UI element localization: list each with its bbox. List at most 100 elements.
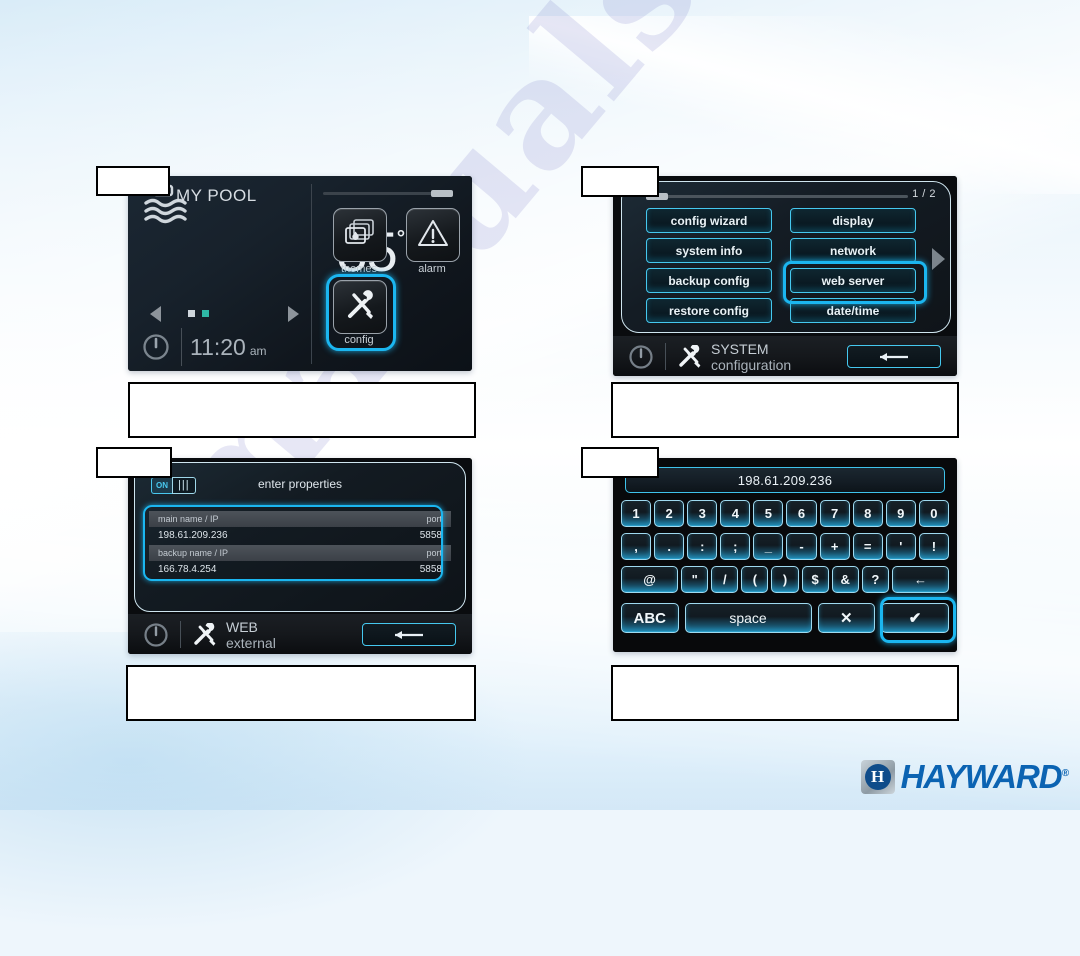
cancel-key[interactable]: ✕ xyxy=(817,603,876,633)
tile-label-alarm: alarm xyxy=(418,263,446,275)
key-plus[interactable]: + xyxy=(819,533,850,560)
hayward-logo: H HAYWARD® xyxy=(860,758,1069,796)
tile-themes[interactable] xyxy=(333,208,387,262)
system-config-body: 1 / 2 config wizard system info backup c… xyxy=(621,181,951,333)
key-5[interactable]: 5 xyxy=(753,500,784,527)
key-question[interactable]: ? xyxy=(861,566,889,593)
key-9[interactable]: 9 xyxy=(885,500,916,527)
hayward-brand-name: HAYWARD xyxy=(900,758,1063,795)
key-at[interactable]: @ xyxy=(621,566,679,593)
abc-key[interactable]: ABC xyxy=(621,603,679,633)
next-page-arrow[interactable] xyxy=(288,306,299,322)
button-config-wizard[interactable]: config wizard xyxy=(646,208,772,233)
page-indicator: 1 / 2 xyxy=(912,188,936,200)
clock: 11:20 am xyxy=(190,334,267,361)
footer-title-line1: WEB xyxy=(226,619,258,635)
page-dot-1[interactable] xyxy=(188,310,195,317)
button-restore-config[interactable]: restore config xyxy=(646,298,772,323)
system-config-screen: 1 / 2 config wizard system info backup c… xyxy=(613,176,957,376)
footer-title-line2: external xyxy=(226,635,276,651)
key-backspace[interactable]: ← xyxy=(891,566,950,593)
key-dollar[interactable]: $ xyxy=(801,566,829,593)
registered-mark: ® xyxy=(1061,768,1069,779)
web-external-screen: ON ||| enter properties main name / IP p… xyxy=(128,458,472,654)
scroll-indicator[interactable] xyxy=(646,193,908,200)
panel-pool-home[interactable]: MY POOL 85°F 11:20am xyxy=(128,176,472,371)
alarm-icon xyxy=(418,220,448,246)
power-icon[interactable] xyxy=(143,334,169,360)
pool-home-screen: MY POOL 85°F 11:20am xyxy=(128,176,472,371)
power-icon[interactable] xyxy=(144,623,168,647)
key-hyphen[interactable]: - xyxy=(786,533,817,560)
key-paren-close[interactable]: ) xyxy=(771,566,799,593)
key-equals[interactable]: = xyxy=(852,533,883,560)
step-tag-2 xyxy=(581,166,659,197)
key-exclamation[interactable]: ! xyxy=(918,533,949,560)
web-server-highlight-ring xyxy=(783,261,927,304)
key-3[interactable]: 3 xyxy=(687,500,718,527)
back-arrow-icon xyxy=(395,630,423,639)
caption-box-4 xyxy=(611,665,959,721)
caption-box-2 xyxy=(611,382,959,438)
hayward-mark-letter: H xyxy=(864,764,891,790)
page-dot-2[interactable] xyxy=(202,310,209,317)
tile-config[interactable] xyxy=(333,280,387,334)
key-period[interactable]: . xyxy=(654,533,685,560)
key-underscore[interactable]: _ xyxy=(753,533,784,560)
key-4[interactable]: 4 xyxy=(720,500,751,527)
key-colon[interactable]: : xyxy=(687,533,718,560)
panel-numeric-keypad[interactable]: 198.61.209.236 1 2 3 4 5 6 7 8 9 0 , . :… xyxy=(613,458,957,652)
key-slash[interactable]: / xyxy=(711,566,739,593)
step-tag-1 xyxy=(96,166,170,196)
key-apostrophe[interactable]: ' xyxy=(885,533,916,560)
key-semicolon[interactable]: ; xyxy=(720,533,751,560)
keypad-row-symbols: @ " / ( ) $ & ? ← xyxy=(621,566,950,593)
button-system-info[interactable]: system info xyxy=(646,238,772,263)
footer-title: SYSTEM configuration xyxy=(711,341,791,373)
key-2[interactable]: 2 xyxy=(654,500,685,527)
caption-box-3 xyxy=(126,665,476,721)
clock-meridiem: am xyxy=(249,344,267,358)
step-tag-3 xyxy=(96,447,172,478)
button-backup-config[interactable]: backup config xyxy=(646,268,772,293)
key-0[interactable]: 0 xyxy=(918,500,949,527)
back-button[interactable] xyxy=(362,623,456,646)
page-title: MY POOL xyxy=(176,186,257,205)
key-quote[interactable]: " xyxy=(681,566,709,593)
config-tools-icon xyxy=(348,290,373,319)
scroll-indicator xyxy=(323,190,453,197)
next-page-arrow[interactable] xyxy=(932,248,945,270)
button-display[interactable]: display xyxy=(790,208,916,233)
screen-title: enter properties xyxy=(257,477,343,491)
key-1[interactable]: 1 xyxy=(621,500,652,527)
back-arrow-icon xyxy=(880,352,908,361)
footer-title-line2: configuration xyxy=(711,357,792,373)
panel-system-configuration[interactable]: 1 / 2 config wizard system info backup c… xyxy=(613,176,957,376)
keypad-display-field[interactable]: 198.61.209.236 xyxy=(625,467,945,493)
footer-divider xyxy=(665,343,666,370)
footer-divider xyxy=(180,621,181,648)
confirm-key-highlight-ring xyxy=(880,597,956,643)
button-network[interactable]: network xyxy=(790,238,916,263)
web-external-footer: WEB external xyxy=(128,614,472,654)
key-6[interactable]: 6 xyxy=(786,500,817,527)
key-8[interactable]: 8 xyxy=(852,500,883,527)
footer-divider xyxy=(181,328,182,366)
space-key[interactable]: space xyxy=(684,603,812,633)
tile-label-config: config xyxy=(344,334,374,346)
keypad-row-punctuation: , . : ; _ - + = ' ! xyxy=(621,533,949,560)
keypad-screen: 198.61.209.236 1 2 3 4 5 6 7 8 9 0 , . :… xyxy=(613,458,957,652)
tile-alarm[interactable] xyxy=(406,208,460,262)
keypad-row-digits: 1 2 3 4 5 6 7 8 9 0 xyxy=(621,500,949,527)
panel-web-external-properties[interactable]: ON ||| enter properties main name / IP p… xyxy=(128,458,472,654)
power-icon[interactable] xyxy=(629,345,653,369)
themes-icon xyxy=(345,219,374,244)
key-ampersand[interactable]: & xyxy=(831,566,859,593)
back-button[interactable] xyxy=(847,345,941,368)
system-config-footer: SYSTEM configuration xyxy=(613,336,957,376)
key-7[interactable]: 7 xyxy=(819,500,850,527)
properties-body: ON ||| enter properties main name / IP p… xyxy=(134,462,466,612)
key-paren-open[interactable]: ( xyxy=(741,566,769,593)
prev-page-arrow[interactable] xyxy=(150,306,161,322)
key-comma[interactable]: , xyxy=(621,533,652,560)
